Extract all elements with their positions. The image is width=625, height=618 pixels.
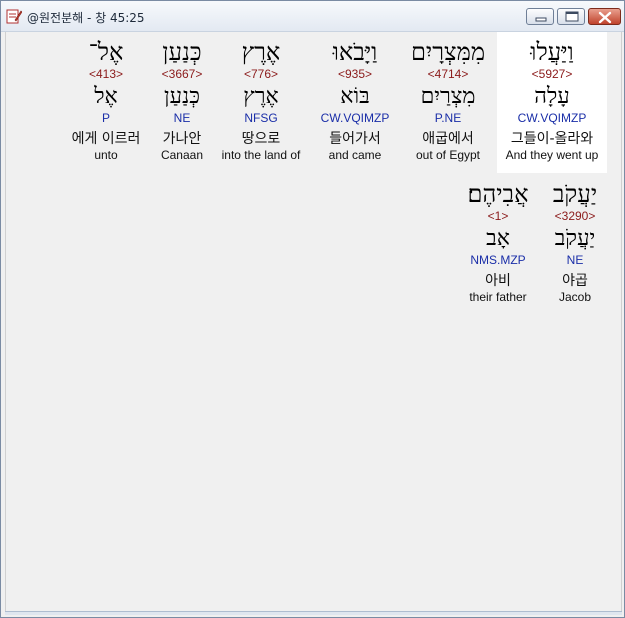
hebrew-word: וַיַּעֲלוּ [530, 38, 574, 66]
hebrew-word: אֲבִיהֶם׃ [467, 180, 529, 208]
close-button[interactable] [588, 8, 621, 25]
english-gloss: and came [328, 148, 382, 162]
hebrew-word: וַיָּבֹאוּ [332, 38, 378, 66]
minimize-button[interactable] [526, 8, 554, 25]
korean-gloss: 그들이-올라와 [510, 131, 594, 147]
english-gloss: And they went up [505, 148, 599, 162]
english-gloss: unto [94, 148, 118, 162]
word-block[interactable]: וַיַּעֲלוּ <5927> עָלָה CW.VQIMZP 그들이-올라… [497, 32, 607, 173]
minimize-icon [535, 17, 547, 22]
maximize-icon [565, 11, 579, 22]
morphology-code: NMS.MZP [470, 253, 526, 267]
hebrew-word: אֶל־ [88, 38, 124, 66]
title-bar[interactable]: @원전분해 - 창 45:25 [1, 1, 624, 32]
window-title: @원전분해 - 창 45:25 [27, 11, 145, 25]
interlinear-panel[interactable]: וַיַּעֲלוּ <5927> עָלָה CW.VQIMZP 그들이-올라… [5, 32, 622, 612]
word-block[interactable]: אֲבִיהֶם׃ <1> אָב NMS.MZP 아비 their fathe… [443, 174, 553, 305]
close-icon [598, 11, 612, 24]
morphology-code: P [101, 111, 110, 125]
morphology-code: CW.VQIMZP [320, 111, 390, 125]
lemma-word: בּוֹא [340, 84, 370, 109]
english-gloss: their father [469, 290, 527, 304]
korean-gloss: 아비 [485, 273, 511, 289]
lemma-word: עָלָה [534, 84, 570, 109]
morphology-code: CW.VQIMZP [517, 111, 587, 125]
strongs-number[interactable]: <413> [51, 67, 161, 81]
strongs-number[interactable]: <1> [443, 209, 553, 223]
notebook-pencil-icon[interactable] [6, 8, 23, 24]
maximize-button[interactable] [557, 8, 585, 25]
word-block[interactable]: אֶל־ <413> אֶל P 에게 이르러 unto [51, 32, 161, 163]
korean-gloss: 들어가서 [329, 131, 381, 147]
strongs-number[interactable]: <5927> [497, 67, 607, 81]
window-bottom-border [5, 611, 622, 615]
word-block[interactable]: וַיָּבֹאוּ <935> בּוֹא CW.VQIMZP 들어가서 an… [300, 32, 410, 163]
korean-gloss: 에게 이르러 [71, 131, 141, 147]
strongs-number[interactable]: <935> [300, 67, 410, 81]
app-window: @원전분해 - 창 45:25 וַיַּעֲלוּ <5927> עָלָה … [0, 0, 625, 618]
lemma-word: אֶל [94, 84, 118, 109]
lemma-word: אָב [486, 226, 510, 251]
